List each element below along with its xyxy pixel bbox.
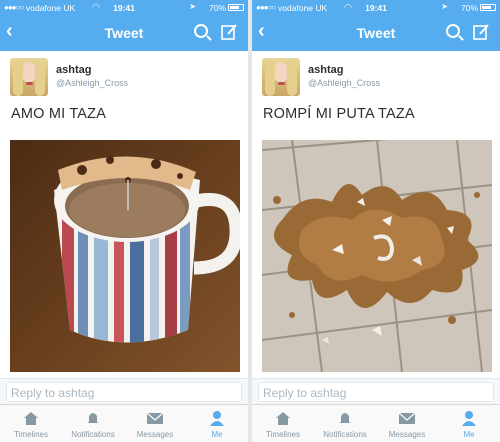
- tab-label: Me: [211, 430, 223, 439]
- tab-label: Timelines: [266, 430, 300, 439]
- tab-notifications[interactable]: Notifications: [62, 405, 124, 442]
- tweet-screen-left: ●●●○○ vodafone UK ◠ 19:41 ➤ 70% ‹ Tweet …: [0, 0, 248, 442]
- tab-label: Notifications: [323, 430, 367, 439]
- author-handle: @Ashleigh_Cross: [56, 78, 129, 88]
- home-icon: [276, 412, 290, 425]
- bell-icon: [339, 413, 351, 423]
- avatar[interactable]: [262, 58, 300, 96]
- tab-label: Messages: [136, 430, 174, 439]
- battery-percent: 70%: [208, 3, 226, 13]
- tab-messages[interactable]: Messages: [124, 405, 186, 442]
- reply-input[interactable]: Reply to ashtag: [6, 382, 242, 402]
- bell-icon: [87, 413, 99, 423]
- compose-icon[interactable]: [221, 23, 238, 40]
- search-icon[interactable]: [446, 24, 460, 38]
- tab-messages[interactable]: Messages: [376, 405, 438, 442]
- tweet-text: ROMPÍ MI PUTA TAZA: [263, 106, 415, 122]
- home-icon: [24, 412, 38, 425]
- tab-me[interactable]: Me: [186, 405, 248, 442]
- battery-icon: [228, 4, 244, 11]
- author-handle: @Ashleigh_Cross: [308, 78, 381, 88]
- battery-icon: [480, 4, 496, 11]
- status-bar: ●●●○○ vodafone UK ◠ 19:41 ➤ 70%: [0, 0, 248, 15]
- tweet-text: AMO MI TAZA: [11, 106, 107, 122]
- tab-bar: Timelines Notifications Messages Me: [252, 404, 500, 442]
- nav-bar: ‹ Tweet: [0, 15, 248, 51]
- location-arrow-icon: ➤: [441, 2, 448, 11]
- tweet-author[interactable]: ashtag @Ashleigh_Cross: [10, 58, 238, 100]
- reply-input[interactable]: Reply to ashtag: [258, 382, 494, 402]
- nav-bar: ‹ Tweet: [252, 15, 500, 51]
- person-icon: [462, 411, 476, 426]
- battery-percent: 70%: [460, 3, 478, 13]
- status-bar: ●●●○○ vodafone UK ◠ 19:41 ➤ 70%: [252, 0, 500, 15]
- tab-timelines[interactable]: Timelines: [0, 405, 62, 442]
- tab-timelines[interactable]: Timelines: [252, 405, 314, 442]
- reply-bar: Reply to ashtag: [252, 378, 500, 404]
- tab-label: Me: [463, 430, 475, 439]
- tweet-author[interactable]: ashtag @Ashleigh_Cross: [262, 58, 490, 100]
- author-username[interactable]: ashtag: [308, 64, 343, 76]
- compose-icon[interactable]: [473, 23, 490, 40]
- tab-notifications[interactable]: Notifications: [314, 405, 376, 442]
- spilled-coffee-on-tiles-photo[interactable]: [262, 140, 492, 372]
- author-username[interactable]: ashtag: [56, 64, 91, 76]
- tab-bar: Timelines Notifications Messages Me: [0, 404, 248, 442]
- location-arrow-icon: ➤: [189, 2, 196, 11]
- avatar[interactable]: [10, 58, 48, 96]
- search-icon[interactable]: [194, 24, 208, 38]
- tab-label: Messages: [388, 430, 426, 439]
- envelope-icon: [146, 412, 164, 424]
- tab-label: Timelines: [14, 430, 48, 439]
- tab-me[interactable]: Me: [438, 405, 500, 442]
- envelope-icon: [398, 412, 416, 424]
- striped-coffee-mug-photo[interactable]: [10, 140, 240, 372]
- person-icon: [210, 411, 224, 426]
- tab-label: Notifications: [71, 430, 115, 439]
- reply-bar: Reply to ashtag: [0, 378, 248, 404]
- tweet-screen-right: ●●●○○ vodafone UK ◠ 19:41 ➤ 70% ‹ Tweet …: [252, 0, 500, 442]
